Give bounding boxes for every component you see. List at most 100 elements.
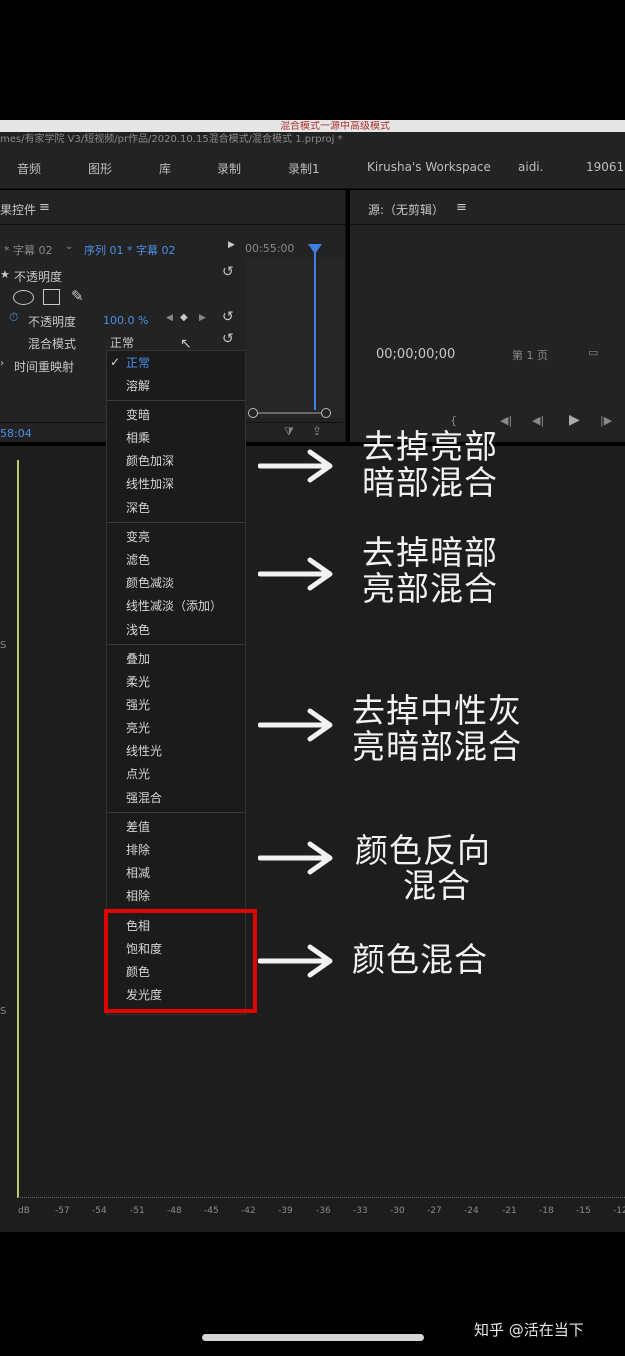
blend-option-linear-burn[interactable]: 线性加深	[126, 475, 174, 492]
source-monitor-panel: 源:（无剪辑） ≡ 00;00;00;00 第 1 页 ▭ { ◀| ◀| ▶ …	[350, 190, 625, 442]
source-timecode[interactable]: 00;00;00;00	[376, 347, 455, 362]
page-indicator[interactable]: 第 1 页	[512, 347, 548, 363]
rectangle-mask-icon[interactable]	[43, 289, 60, 305]
blend-option-multiply[interactable]: 相乘	[126, 429, 150, 446]
arrow-right-icon	[258, 841, 333, 875]
blend-option-dissolve[interactable]: 溶解	[126, 377, 150, 394]
project-path: mes/有家学院 V3/短视频/pr作品/2020.10.15混合模式/混合模式…	[0, 134, 343, 145]
workspace-aidi[interactable]: aidi.	[518, 160, 543, 174]
clip-master-label: * 字幕 02	[4, 244, 53, 257]
dropdown-separator	[107, 644, 245, 645]
stopwatch-icon[interactable]: ⏱	[9, 310, 18, 325]
prev-keyframe-icon[interactable]: ◀	[166, 313, 173, 323]
workspace-audio[interactable]: 音频	[17, 160, 41, 177]
blend-option-subtract[interactable]: 相减	[126, 864, 150, 881]
blend-option-linear-dodge[interactable]: 线性减淡（添加）	[126, 597, 222, 614]
blend-option-divide[interactable]: 相除	[126, 887, 150, 904]
settings-icon[interactable]: ▭	[588, 346, 598, 359]
playhead-line[interactable]	[314, 246, 316, 410]
time-remap-label[interactable]: 时间重映射	[14, 358, 74, 375]
workspace-190618[interactable]: 190618	[586, 160, 625, 174]
blend-option-darker-color[interactable]: 深色	[126, 499, 150, 516]
step-back-icon[interactable]: ◀|	[500, 414, 512, 427]
meter-tick-label: -27	[427, 1206, 442, 1216]
blend-option-color-dodge[interactable]: 颜色减淡	[126, 574, 174, 591]
meter-tick-label: -21	[502, 1206, 517, 1216]
workspace-graphics[interactable]: 图形	[88, 160, 112, 177]
add-keyframe-icon[interactable]: ◆	[180, 312, 188, 323]
sequence-clip-label[interactable]: 序列 01 * 字幕 02	[84, 242, 175, 258]
blend-option-overlay[interactable]: 叠加	[126, 650, 150, 667]
blend-option-color-burn[interactable]: 颜色加深	[126, 452, 174, 469]
blend-option-lighten[interactable]: 变亮	[126, 528, 150, 545]
reset-icon[interactable]: ↺	[222, 309, 234, 325]
window-title: 混合模式一源中高级模式	[280, 121, 390, 132]
panel-title: 果控件	[0, 203, 37, 217]
mark-in-icon[interactable]: {	[450, 414, 457, 427]
playhead-icon[interactable]	[308, 244, 322, 254]
rewind-icon[interactable]: ◀|	[532, 414, 544, 427]
blend-option-lighter-color[interactable]: 浅色	[126, 621, 150, 638]
divider	[350, 224, 625, 225]
zoom-scrollbar[interactable]	[252, 412, 326, 414]
play-triangle-icon[interactable]: ▶	[228, 240, 235, 250]
blend-option-screen[interactable]: 滤色	[126, 551, 150, 568]
dropdown-separator	[107, 522, 245, 523]
meter-tick-label: -51	[130, 1206, 145, 1216]
keyframe-area[interactable]	[246, 258, 344, 418]
chevron-down-icon[interactable]: ⌄	[65, 241, 73, 252]
expand-triangle-icon[interactable]: ›	[0, 358, 4, 369]
blend-option-hard-light[interactable]: 强光	[126, 696, 150, 713]
ellipse-mask-icon[interactable]	[13, 290, 34, 305]
blend-option-darken[interactable]: 变暗	[126, 406, 150, 423]
next-keyframe-icon[interactable]: ▶	[199, 313, 206, 323]
blend-option-difference[interactable]: 差值	[126, 818, 150, 835]
scroll-handle-left[interactable]	[248, 408, 258, 418]
meter-tick-label: -33	[353, 1206, 368, 1216]
current-timecode[interactable]: 58:04	[0, 427, 32, 440]
blend-option-hard-mix[interactable]: 强混合	[126, 789, 162, 806]
fx-star-icon: ★	[0, 268, 10, 281]
meter-tick-label: -30	[390, 1206, 405, 1216]
panel-menu-icon[interactable]: ≡	[456, 200, 467, 215]
opacity-section-label[interactable]: 不透明度	[14, 268, 62, 285]
reset-icon[interactable]: ↺	[222, 331, 234, 347]
export-icon[interactable]: ⇪	[312, 424, 322, 438]
play-icon[interactable]: ▶	[569, 412, 580, 428]
home-indicator[interactable]	[202, 1334, 424, 1341]
side-mark: S	[0, 1006, 7, 1017]
top-letterbox	[0, 0, 625, 120]
divider	[0, 224, 345, 225]
scroll-handle-right[interactable]	[321, 408, 331, 418]
blend-mode-select[interactable]: 正常	[110, 334, 134, 351]
dropdown-separator	[107, 400, 245, 401]
step-forward-icon[interactable]: |▶	[600, 414, 612, 427]
meter-tick-label: dB	[18, 1206, 30, 1216]
blend-option-vivid-light[interactable]: 亮光	[126, 719, 150, 736]
reset-icon[interactable]: ↺	[222, 264, 234, 280]
panel-menu-icon[interactable]: ≡	[39, 200, 50, 215]
meter-tick-label: -12	[613, 1206, 625, 1216]
workspace-record-1[interactable]: 录制1	[288, 160, 320, 177]
checkmark-icon: ✓	[110, 355, 121, 369]
opacity-value[interactable]: 100.0 %	[103, 314, 148, 327]
blend-option-exclusion[interactable]: 排除	[126, 841, 150, 858]
blend-option-soft-light[interactable]: 柔光	[126, 673, 150, 690]
annotation-inversion-line1: 颜色反向	[355, 831, 491, 870]
meter-tick-label: -18	[539, 1206, 554, 1216]
blend-option-pin-light[interactable]: 点光	[126, 765, 150, 782]
blend-option-linear-light[interactable]: 线性光	[126, 742, 162, 759]
meter-tick-label: -48	[167, 1206, 182, 1216]
blend-mode-label: 混合模式	[28, 337, 77, 351]
meter-tick-label: -24	[464, 1206, 479, 1216]
filter-icon[interactable]: ⧩	[284, 425, 294, 439]
workspace-library[interactable]: 库	[159, 160, 171, 177]
blend-option-normal[interactable]: 正常	[126, 354, 150, 371]
pen-mask-icon[interactable]: ✎	[71, 287, 84, 305]
arrow-right-icon	[258, 708, 333, 742]
workspace-record[interactable]: 录制	[217, 160, 241, 177]
annotation-lighten-line2: 亮部混合	[362, 569, 498, 608]
annotation-contrast-line2: 亮暗部混合	[352, 727, 522, 766]
annotation-darken-line2: 暗部混合	[362, 463, 498, 502]
workspace-kirusha[interactable]: Kirusha's Workspace	[367, 160, 491, 174]
